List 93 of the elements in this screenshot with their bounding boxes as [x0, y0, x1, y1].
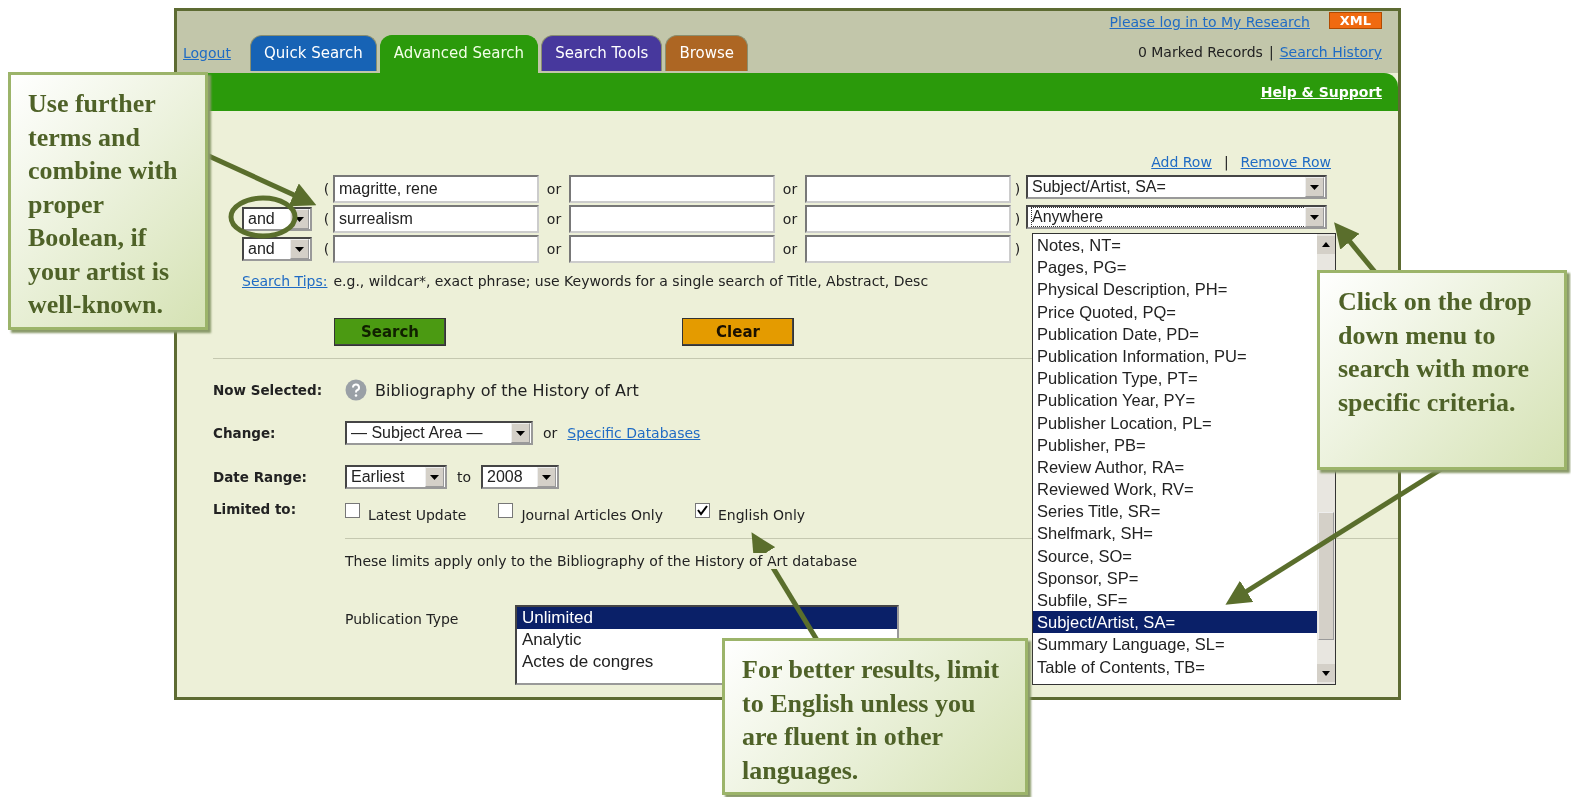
dropdown-option[interactable]: Summary Language, SL= — [1033, 633, 1317, 656]
field-select[interactable]: Subject/Artist, SA= — [1026, 175, 1327, 199]
search-term-field[interactable] — [805, 205, 1011, 233]
or-label: or — [545, 211, 563, 227]
limits-note: These limits apply only to the Bibliography of the History of Art database — [345, 553, 858, 569]
paren-text: ( — [322, 211, 331, 227]
callout-tooltip: Click on the drop down menu to search with more specific criteria. — [1317, 270, 1567, 470]
paren-text: ) — [1013, 181, 1022, 197]
marked-records-count: 0 Marked Records — [1137, 44, 1263, 60]
search-term-field[interactable] — [805, 175, 1011, 203]
search-term-field[interactable] — [805, 235, 1011, 263]
database-name: Bibliography of the History of Art — [375, 380, 639, 400]
clear-button[interactable]: Clear — [682, 318, 794, 346]
search-term-field[interactable] — [333, 235, 539, 263]
specific-databases-link[interactable]: Specific Databases — [567, 425, 701, 441]
paren-text: ( — [322, 181, 331, 197]
nav-tab[interactable]: Quick Search — [250, 35, 377, 71]
dropdown-option[interactable]: Shelfmark, SH= — [1033, 522, 1317, 545]
or-label: or — [545, 181, 563, 197]
search-term-field[interactable]: magritte, rene — [333, 175, 539, 203]
search-tips-link[interactable]: Search Tips: — [242, 273, 328, 289]
list-option[interactable]: Unlimited — [517, 607, 897, 629]
field-select[interactable]: Anywhere — [1026, 205, 1327, 229]
date-from-select[interactable]: Earliest — [345, 465, 447, 489]
caret-icon — [290, 239, 309, 259]
search-term-field[interactable] — [569, 235, 775, 263]
dropdown-option[interactable]: Physical Description, PH= — [1033, 278, 1317, 301]
dropdown-option[interactable]: Sponsor, SP= — [1033, 566, 1317, 589]
dropdown-option[interactable]: Publisher Location, PL= — [1033, 411, 1317, 434]
or-label: or — [543, 425, 558, 441]
checkbox[interactable] — [498, 503, 514, 518]
field-label: Publication Type — [345, 610, 460, 629]
dropdown-option[interactable]: Publication Type, PT= — [1033, 367, 1317, 390]
dropdown-option[interactable]: Pages, PG= — [1033, 256, 1317, 279]
callout-tooltip: For better results, limit to English unless you are fluent in other languages. — [722, 638, 1028, 795]
caret-icon — [511, 423, 530, 443]
or-label: or — [545, 241, 563, 257]
dropdown-list[interactable] — [1032, 233, 1336, 685]
search-term-field[interactable]: surrealism — [333, 205, 539, 233]
dropdown-option[interactable]: Price Quoted, PQ= — [1033, 300, 1317, 323]
subject-area-select[interactable]: — Subject Area — — [345, 421, 533, 445]
scroll-up-icon[interactable] — [1317, 236, 1335, 254]
date-to-select[interactable]: 2008 — [481, 465, 560, 489]
separator-text: | — [1223, 154, 1229, 173]
caret-icon — [425, 467, 444, 487]
caret-icon — [1305, 177, 1324, 197]
checkbox[interactable] — [695, 503, 710, 518]
dropdown-option[interactable]: Notes, NT= — [1033, 234, 1317, 257]
dropdown-option[interactable]: Reviewed Work, RV= — [1033, 478, 1317, 501]
caret-icon — [537, 467, 557, 487]
add-row-link[interactable]: Add Row — [1151, 154, 1212, 174]
field-label: Date Range: — [213, 469, 308, 485]
paren-text: ) — [1013, 211, 1022, 227]
or-label: or — [781, 211, 799, 227]
dropdown-option[interactable]: Source, SO= — [1033, 544, 1317, 567]
help-icon[interactable] — [345, 379, 367, 401]
to-label: to — [457, 469, 472, 485]
checkbox-label: English Only — [718, 506, 806, 523]
or-label: or — [781, 241, 799, 257]
callout-tooltip: Use further terms and combine with proper Boolean, if your artist is well-known. — [8, 72, 208, 330]
search-tips-text: e.g., wildcar*, exact phrase; use Keywords for a single search of Title, Abstract, Desc — [333, 273, 929, 289]
paren-text: ( — [322, 241, 331, 257]
checkbox-label: Journal Articles Only — [521, 506, 663, 523]
dropdown-option[interactable]: Series Title, SR= — [1033, 500, 1317, 523]
field-label: Change: — [213, 425, 277, 441]
dropdown-option[interactable]: Publication Year, PY= — [1033, 389, 1317, 412]
nav-tab[interactable]: Search Tools — [541, 35, 663, 71]
dropdown-option[interactable]: Table of Contents, TB= — [1033, 655, 1317, 678]
dropdown-option[interactable]: Subfile, SF= — [1033, 589, 1317, 612]
highlight-ellipse — [228, 195, 298, 239]
field-label: Now Selected: — [213, 382, 324, 398]
dropdown-option[interactable]: Publisher, PB= — [1033, 433, 1317, 456]
nav-tab[interactable]: Browse — [665, 35, 748, 71]
field-label: Limited to: — [213, 501, 298, 517]
search-term-field[interactable] — [569, 205, 775, 233]
checkbox[interactable] — [345, 503, 360, 518]
scroll-down-icon[interactable] — [1317, 664, 1335, 682]
operator-select[interactable]: and — [242, 207, 312, 231]
help-link[interactable]: Help & Support — [1260, 84, 1382, 100]
dropdown-option[interactable]: Publication Information, PU= — [1033, 344, 1317, 368]
nav-tab[interactable]: Advanced Search — [379, 35, 539, 73]
search-button[interactable]: Search — [334, 318, 446, 346]
dropdown-option[interactable]: Publication Date, PD= — [1033, 322, 1317, 345]
or-label: or — [781, 181, 799, 197]
caret-icon — [1305, 207, 1324, 227]
paren-text: ) — [1013, 241, 1022, 257]
checkbox-label: Latest Update — [368, 506, 467, 523]
remove-row-link[interactable]: Remove Row — [1240, 154, 1331, 174]
dropdown-option[interactable]: Review Author, RA= — [1033, 455, 1317, 479]
operator-select[interactable]: and — [242, 237, 312, 261]
separator-text: | — [1268, 44, 1274, 60]
dropdown-option[interactable]: Subject/Artist, SA= — [1033, 611, 1317, 634]
search-term-field[interactable] — [569, 175, 775, 203]
